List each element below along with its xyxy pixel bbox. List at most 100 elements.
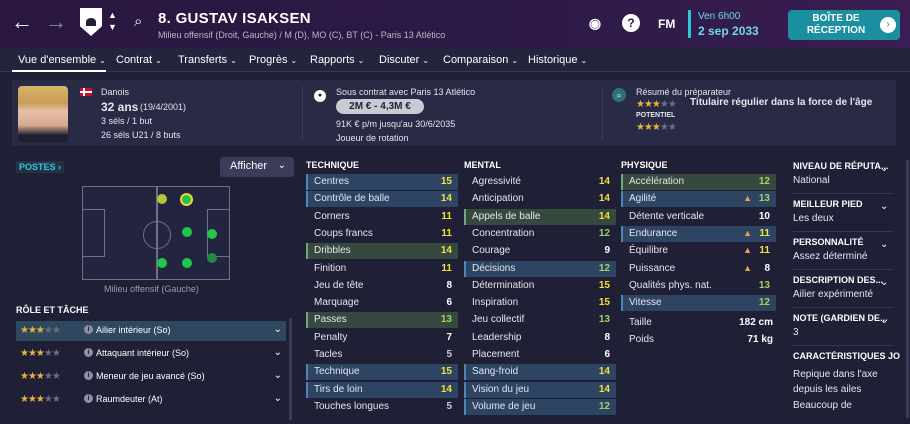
attribute-row[interactable]: Anticipation 14 bbox=[464, 191, 616, 207]
globe-icon[interactable]: ◉ bbox=[586, 14, 604, 32]
tab-label: Historique bbox=[528, 54, 578, 66]
attr-value: 12 bbox=[758, 297, 770, 309]
attribute-row[interactable]: Détente verticale 10 bbox=[621, 209, 776, 225]
attribute-row[interactable]: Qualités phys. nat. 13 bbox=[621, 278, 776, 294]
attribute-row[interactable]: Penalty 7 bbox=[306, 330, 458, 346]
attribute-row[interactable]: Jeu collectif 13 bbox=[464, 312, 616, 328]
attr-name: Volume de jeu bbox=[472, 400, 536, 412]
attribute-row[interactable]: Volume de jeu 12 bbox=[464, 398, 616, 415]
chevron-down-icon[interactable]: ⌄ bbox=[274, 347, 282, 358]
info-icon[interactable]: i bbox=[84, 348, 93, 357]
potential-label: POTENTIEL bbox=[636, 112, 676, 119]
chevron-down-icon[interactable]: ⌄ bbox=[880, 201, 888, 212]
attribute-row[interactable]: Touches longues 5 bbox=[306, 399, 458, 415]
reputation-heading: NIVEAU DE RÉPUTA... bbox=[793, 161, 889, 171]
divider bbox=[793, 231, 893, 232]
chevron-down-icon: ⌄ bbox=[580, 56, 588, 65]
role-name: Attaquant intérieur (So) bbox=[96, 348, 190, 358]
attribute-row[interactable]: Placement 6 bbox=[464, 347, 616, 363]
attribute-row[interactable]: Accélération 12 bbox=[621, 174, 776, 190]
forward-icon[interactable]: → bbox=[44, 10, 68, 34]
attribute-row[interactable]: Endurance 11 ▲ bbox=[621, 225, 776, 242]
attribute-row[interactable]: Agressivité 14 bbox=[464, 174, 616, 190]
attribute-row[interactable]: Puissance 8 ▲ bbox=[621, 261, 776, 277]
role-row[interactable]: ★★★★★ i Ailier intérieur (So) ⌄ bbox=[16, 321, 286, 341]
chevron-down-icon[interactable]: ⌄ bbox=[274, 370, 282, 381]
attr-name: Tacles bbox=[314, 349, 343, 360]
attribute-row[interactable]: Technique 15 bbox=[306, 364, 458, 381]
attribute-row[interactable]: Tacles 5 bbox=[306, 347, 458, 363]
show-dropdown[interactable]: Afficher ⌄ bbox=[220, 157, 294, 177]
tab-contract[interactable]: Contrat ⌄ bbox=[116, 54, 162, 66]
search-icon[interactable]: ⌕ bbox=[134, 13, 142, 30]
chevron-down-icon[interactable]: ⌄ bbox=[880, 277, 888, 288]
tab-label: Progrès bbox=[249, 54, 288, 66]
tab-reports[interactable]: Rapports ⌄ bbox=[310, 54, 364, 66]
value-pill[interactable]: 2M € - 4,3M € bbox=[336, 99, 424, 114]
attribute-row[interactable]: Passes 13 bbox=[306, 312, 458, 329]
continue-arrow-icon[interactable]: › bbox=[880, 17, 896, 33]
attribute-row[interactable]: Marquage 6 bbox=[306, 295, 458, 311]
attribute-row[interactable]: Équilibre 11 ▲ bbox=[621, 243, 776, 259]
attr-name: Placement bbox=[472, 349, 520, 360]
tab-history[interactable]: Historique ⌄ bbox=[528, 54, 587, 66]
attribute-row[interactable]: Dribbles 14 bbox=[306, 243, 458, 260]
positions-link[interactable]: POSTES › bbox=[16, 161, 65, 173]
chevron-down-icon[interactable]: ⌄ bbox=[880, 163, 888, 174]
attribute-row[interactable]: Courage 9 bbox=[464, 243, 616, 259]
player-switch-icon[interactable]: ▲ ▼ bbox=[108, 9, 117, 33]
attribute-row[interactable]: Agilité 13 ▲ bbox=[621, 191, 776, 208]
attr-name: Marquage bbox=[314, 297, 360, 309]
attribute-row[interactable]: Appels de balle 14 bbox=[464, 208, 616, 225]
technique-title: TECHNIQUE bbox=[306, 160, 360, 170]
role-row[interactable]: ★★★★★ i Meneur de jeu avancé (So) ⌄ bbox=[16, 367, 286, 387]
attr-value: 14 bbox=[598, 383, 610, 395]
chevron-down-icon[interactable]: ⌄ bbox=[880, 239, 888, 250]
attr-name: Jeu collectif bbox=[472, 314, 525, 326]
attr-value: 11 bbox=[441, 210, 452, 222]
current-ability-stars: ★★★★★ bbox=[636, 99, 677, 110]
fm-logo[interactable]: FM bbox=[658, 17, 675, 31]
tab-comparison[interactable]: Comparaison ⌄ bbox=[443, 54, 518, 66]
attribute-row[interactable]: Détermination 15 bbox=[464, 278, 616, 294]
help-icon[interactable]: ? bbox=[622, 14, 640, 32]
tab-progress[interactable]: Progrès ⌄ bbox=[249, 54, 297, 66]
player-name: 8. GUSTAV ISAKSEN bbox=[158, 10, 311, 27]
magnifier-report-icon[interactable]: ⌕ bbox=[612, 88, 626, 102]
attribute-row[interactable]: Contrôle de balle 14 bbox=[306, 191, 458, 208]
attribute-row[interactable]: Inspiration 15 bbox=[464, 295, 616, 311]
attribute-row[interactable]: Centres 15 bbox=[306, 174, 458, 190]
attribute-row[interactable]: Jeu de tête 8 bbox=[306, 278, 458, 294]
attribute-row[interactable]: Sang-froid 14 bbox=[464, 364, 616, 381]
personality-value: Assez déterminé bbox=[793, 251, 868, 262]
attribute-row[interactable]: Vision du jeu 14 bbox=[464, 381, 616, 398]
attribute-row[interactable]: Coups francs 11 bbox=[306, 226, 458, 242]
chevron-down-icon[interactable]: ⌄ bbox=[274, 393, 282, 404]
right-scrollbar[interactable] bbox=[906, 160, 909, 418]
attribute-row[interactable]: Finition 11 bbox=[306, 261, 458, 277]
attribute-row[interactable]: Concentration 12 bbox=[464, 226, 616, 242]
roles-scrollbar[interactable] bbox=[289, 318, 292, 420]
attr-value: 9 bbox=[604, 245, 610, 257]
tab-transfers[interactable]: Transferts ⌄ bbox=[178, 54, 237, 66]
game-date: 2 sep 2033 bbox=[698, 24, 759, 38]
attribute-row[interactable]: Tirs de loin 14 bbox=[306, 381, 458, 398]
attr-name: Passes bbox=[314, 314, 347, 326]
attr-value: 13 bbox=[758, 193, 770, 205]
attribute-row[interactable]: Corners 11 bbox=[306, 209, 458, 225]
info-icon[interactable]: i bbox=[84, 325, 93, 334]
chevron-down-icon[interactable]: ⌄ bbox=[274, 324, 282, 335]
tab-overview[interactable]: Vue d'ensemble ⌄ bbox=[18, 54, 106, 66]
chevron-down-icon[interactable]: ⌄ bbox=[880, 315, 888, 326]
info-icon[interactable]: i bbox=[84, 394, 93, 403]
attribute-row[interactable]: Décisions 12 bbox=[464, 260, 616, 277]
role-stars: ★★★★★ bbox=[20, 371, 61, 382]
back-icon[interactable]: ← bbox=[10, 10, 34, 34]
attribute-row[interactable]: Leadership 8 bbox=[464, 330, 616, 346]
role-row[interactable]: ★★★★★ i Raumdeuter (At) ⌄ bbox=[16, 390, 286, 410]
club-badge-detail bbox=[86, 18, 96, 26]
attribute-row[interactable]: Vitesse 12 bbox=[621, 295, 776, 312]
role-row[interactable]: ★★★★★ i Attaquant intérieur (So) ⌄ bbox=[16, 344, 286, 364]
info-icon[interactable]: i bbox=[84, 371, 93, 380]
tab-discuss[interactable]: Discuter ⌄ bbox=[379, 54, 429, 66]
